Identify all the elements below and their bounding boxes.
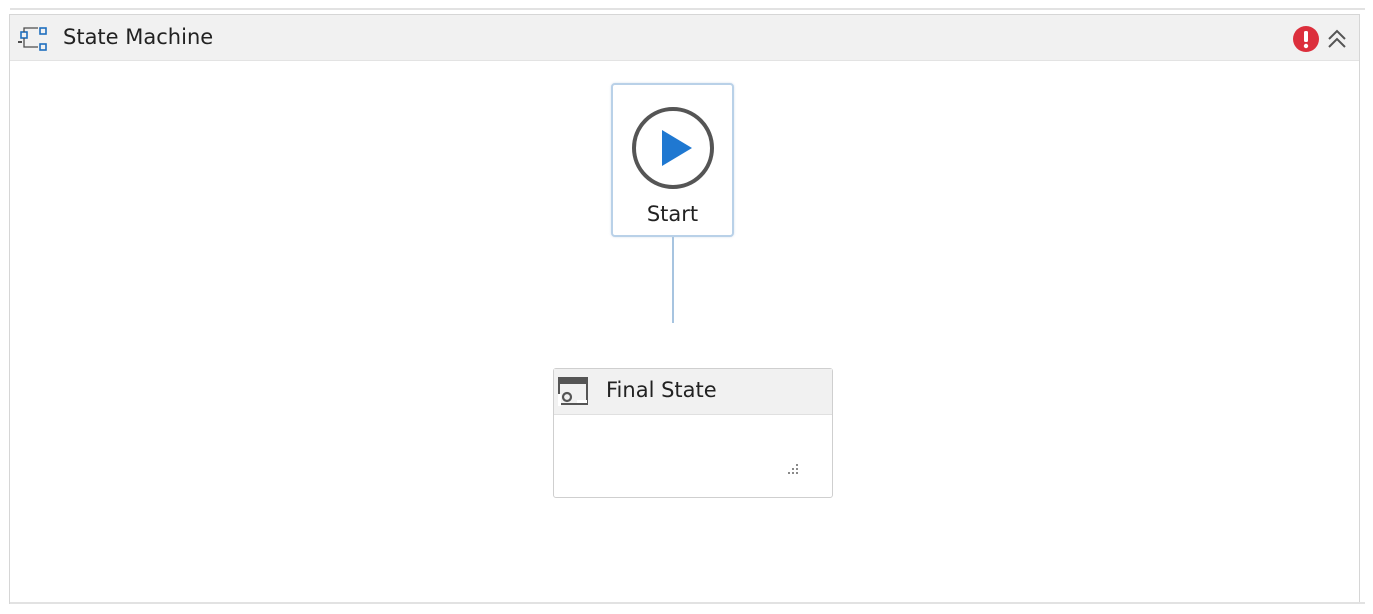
play-circle-icon	[632, 107, 714, 189]
bottom-divider	[10, 602, 1365, 604]
state-machine-header[interactable]: State Machine	[10, 15, 1359, 61]
final-state-header[interactable]: Final State	[554, 369, 832, 415]
start-node[interactable]: Start	[611, 83, 734, 237]
final-state-label: Final State	[606, 378, 717, 402]
page-title: State Machine	[63, 25, 214, 49]
start-label: Start	[646, 202, 699, 226]
final-state-icon	[558, 377, 588, 406]
double-chevron-up-icon[interactable]	[1324, 25, 1350, 53]
top-divider	[10, 8, 1365, 10]
resize-grip-icon[interactable]	[784, 462, 800, 478]
final-state-node[interactable]: Final State	[553, 368, 833, 498]
state-machine-icon	[18, 27, 47, 51]
error-icon[interactable]	[1292, 25, 1320, 53]
transition-connector[interactable]	[672, 237, 674, 323]
state-machine-designer: State Machine Start Final State	[9, 14, 1360, 604]
